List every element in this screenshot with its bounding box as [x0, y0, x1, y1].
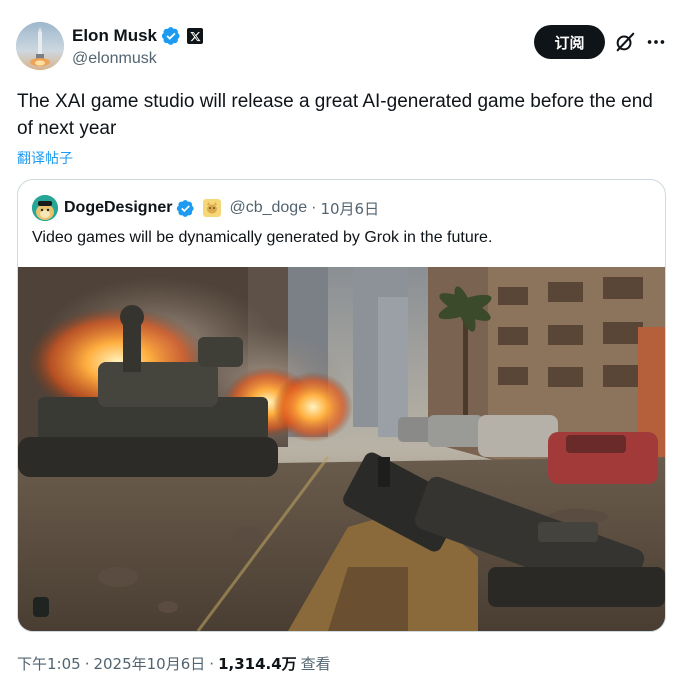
tweet-card: Elon Musk @elonmusk 订阅 The XAI game stud… [0, 0, 680, 695]
subscribe-button[interactable]: 订阅 [534, 25, 605, 59]
quote-header: DogeDesigner @cb_doge · 10月6日 [64, 197, 379, 219]
footer-separator: · [209, 655, 215, 673]
translate-post-link[interactable]: 翻译帖子 [17, 148, 73, 168]
tweet-text: The XAI game studio will release a great… [17, 91, 653, 139]
war-scene-image[interactable] [18, 267, 665, 631]
author-handle[interactable]: @elonmusk [72, 49, 157, 69]
more-icon[interactable] [645, 31, 667, 53]
post-date[interactable]: 2025年10月6日 [93, 654, 205, 674]
footer-separator: · [84, 655, 90, 673]
grok-icon[interactable] [614, 31, 636, 53]
tweet-footer: 下午1:05 · 2025年10月6日 · 1,314.4万 查看 [17, 654, 331, 674]
post-time[interactable]: 下午1:05 [17, 654, 81, 674]
quote-separator: · [311, 199, 317, 216]
quote-text: Video games will be dynamically generate… [32, 229, 493, 246]
doge-emoji-icon [203, 199, 222, 217]
quote-author-handle[interactable]: @cb_doge [229, 199, 307, 217]
verified-badge-icon [177, 199, 195, 217]
quoted-tweet[interactable]: DogeDesigner @cb_doge · 10月6日 Video game… [17, 179, 666, 632]
views-count: 1,314.4万 [218, 655, 297, 673]
author-name-row: Elon Musk [72, 25, 204, 47]
views-label: 查看 [300, 655, 331, 673]
x-logo-icon [187, 28, 204, 44]
author-display-name[interactable]: Elon Musk [72, 26, 157, 46]
quote-author-name[interactable]: DogeDesigner [64, 199, 172, 217]
author-avatar[interactable] [16, 22, 64, 70]
quote-date[interactable]: 10月6日 [320, 198, 379, 219]
verified-badge-icon [161, 27, 180, 45]
quote-author-avatar[interactable] [32, 195, 58, 221]
